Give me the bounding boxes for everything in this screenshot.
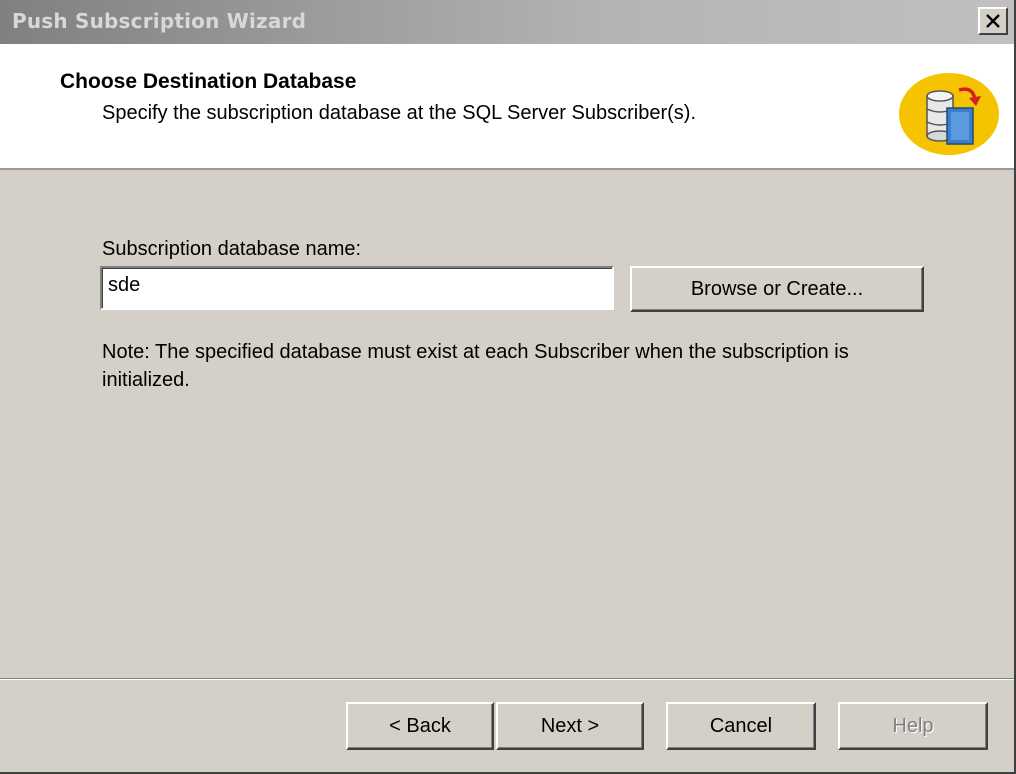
back-button[interactable]: < Back	[346, 702, 494, 750]
title-bar[interactable]: Push Subscription Wizard	[0, 0, 1014, 44]
database-replication-icon	[899, 73, 999, 155]
cancel-button[interactable]: Cancel	[666, 702, 816, 750]
page-subtitle: Specify the subscription database at the…	[102, 102, 696, 124]
database-name-label: Subscription database name:	[102, 238, 362, 260]
wizard-window: Push Subscription Wizard Choose Destinat…	[0, 0, 1016, 774]
close-icon	[986, 14, 1000, 28]
next-button[interactable]: Next >	[496, 702, 644, 750]
browse-or-create-button[interactable]: Browse or Create...	[630, 266, 924, 312]
footer-separator	[0, 678, 1014, 680]
window-title: Push Subscription Wizard	[12, 9, 307, 33]
note-text: Note: The specified database must exist …	[102, 341, 849, 391]
page-title: Choose Destination Database	[60, 70, 357, 93]
database-name-input[interactable]	[100, 266, 614, 310]
help-button[interactable]: Help	[838, 702, 988, 750]
close-button[interactable]	[978, 7, 1008, 35]
wizard-header: Choose Destination Database Specify the …	[0, 44, 1014, 170]
